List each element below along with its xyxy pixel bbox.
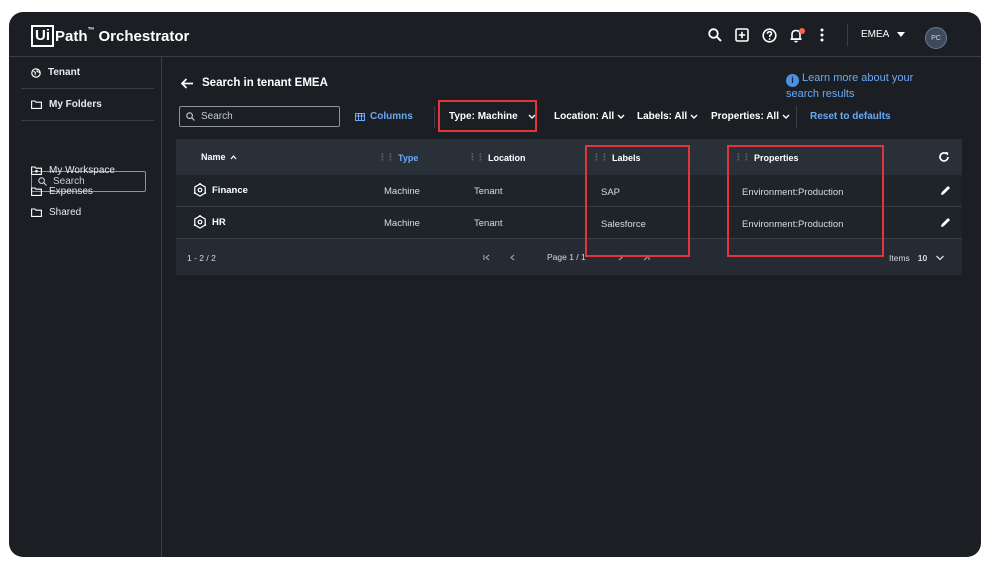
machine-icon: [193, 215, 207, 229]
header-divider: [847, 24, 848, 46]
sort-ascending-icon: [230, 154, 236, 159]
sidebar-item-label: Shared: [49, 207, 82, 218]
sidebar-item-label: My Workspace: [49, 165, 115, 176]
search-placeholder: Search: [201, 111, 233, 122]
filter-divider: [796, 106, 797, 128]
properties-column-highlight: [727, 145, 884, 257]
logo-ui: Ui: [31, 25, 54, 47]
column-header-label: Name: [201, 152, 226, 162]
app-window: Ui Path ™ Orchestrator EMEA PC Tenant My…: [9, 12, 981, 557]
items-per-page-value: 10: [917, 253, 928, 263]
row-location: Tenant: [474, 218, 503, 229]
edit-pencil-icon[interactable]: [939, 216, 952, 229]
add-icon[interactable]: [732, 25, 752, 45]
column-header-name[interactable]: Name: [201, 152, 237, 162]
previous-page-icon[interactable]: [509, 254, 517, 261]
sidebar-item-label: My Folders: [49, 99, 102, 110]
notification-dot: [799, 28, 805, 34]
sidebar-item-my-folders[interactable]: My Folders: [31, 99, 102, 110]
globe-icon: [31, 67, 41, 78]
row-location: Tenant: [474, 186, 503, 197]
chevron-down-icon: [936, 255, 945, 261]
row-type: Machine: [384, 218, 420, 229]
column-header-location[interactable]: ⋮⋮ Location: [468, 152, 526, 163]
sidebar-divider: [21, 120, 154, 121]
learn-more-text: Learn more about your search results: [786, 72, 914, 100]
chevron-down-icon: [782, 114, 790, 119]
first-page-icon[interactable]: [483, 254, 491, 261]
page-indicator: Page 1 / 1: [547, 252, 586, 262]
refresh-icon[interactable]: [938, 151, 950, 163]
folder-icon: [31, 100, 42, 109]
workspace-folder-icon: [31, 166, 42, 175]
page-title: Search in tenant EMEA: [181, 77, 328, 89]
drag-handle-icon[interactable]: ⋮⋮: [468, 152, 485, 163]
items-per-page[interactable]: Items 10: [889, 253, 945, 263]
more-options-icon[interactable]: [812, 25, 832, 45]
folder-icon: [31, 187, 42, 196]
chevron-down-icon: [617, 114, 625, 119]
machine-icon: [193, 183, 207, 197]
columns-label: Columns: [370, 111, 413, 122]
logo-path: Path: [55, 27, 88, 45]
location-filter-label: Location: All: [554, 111, 615, 122]
labels-column-highlight: [585, 145, 690, 257]
chevron-down-icon: [690, 114, 698, 119]
search-icon: [38, 177, 47, 186]
labels-filter-label: Labels: All: [637, 111, 688, 122]
sidebar-item-my-workspace[interactable]: My Workspace: [31, 165, 115, 176]
help-icon[interactable]: [759, 25, 779, 45]
sidebar-divider: [21, 88, 154, 89]
columns-icon: [355, 112, 365, 121]
items-label: Items: [889, 253, 910, 263]
search-input[interactable]: Search: [179, 106, 340, 127]
tenant-name: EMEA: [861, 29, 890, 40]
column-header-label: Type: [398, 152, 419, 163]
row-count: 1 - 2 / 2: [187, 253, 216, 263]
main-content: Search in tenant EMEA i Learn more about …: [163, 57, 981, 557]
filter-divider: [434, 106, 435, 128]
caret-down-icon: [897, 32, 906, 37]
search-icon: [186, 112, 195, 121]
page-title-text: Search in tenant EMEA: [202, 77, 328, 89]
sidebar-item-expenses[interactable]: Expenses: [31, 186, 93, 197]
back-arrow-icon[interactable]: [181, 77, 194, 89]
location-filter[interactable]: Location: All: [554, 111, 625, 122]
row-name-cell[interactable]: HR: [193, 215, 226, 229]
columns-button[interactable]: Columns: [355, 111, 413, 122]
search-icon[interactable]: [705, 25, 725, 45]
sidebar-item-label: Tenant: [48, 67, 81, 78]
reset-to-defaults-button[interactable]: Reset to defaults: [810, 111, 891, 122]
logo-product: Orchestrator: [98, 27, 190, 45]
sidebar-item-label: Expenses: [49, 186, 93, 197]
sidebar-item-tenant[interactable]: Tenant: [31, 67, 80, 78]
properties-filter-label: Properties: All: [711, 111, 779, 122]
sidebar: Tenant My Folders Search My Workspace Ex…: [9, 57, 162, 557]
uipath-logo[interactable]: Ui Path ™ Orchestrator: [31, 24, 189, 48]
info-icon: i: [786, 73, 799, 87]
logo-tm: ™: [87, 26, 95, 34]
row-name-cell[interactable]: Finance: [193, 183, 248, 197]
type-filter-highlight: [438, 100, 537, 132]
properties-filter[interactable]: Properties: All: [711, 111, 790, 122]
row-type: Machine: [384, 186, 420, 197]
folder-icon: [31, 208, 42, 217]
top-bar: Ui Path ™ Orchestrator EMEA PC: [9, 12, 981, 57]
tenant-selector[interactable]: EMEA: [861, 29, 906, 40]
column-header-type[interactable]: ⋮⋮ Type: [378, 152, 418, 163]
row-name: HR: [212, 216, 226, 228]
sidebar-item-shared[interactable]: Shared: [31, 207, 81, 218]
row-name: Finance: [212, 184, 248, 196]
drag-handle-icon[interactable]: ⋮⋮: [378, 152, 395, 163]
column-header-label: Location: [488, 152, 526, 163]
labels-filter[interactable]: Labels: All: [637, 111, 698, 122]
user-avatar[interactable]: PC: [925, 27, 947, 49]
edit-pencil-icon[interactable]: [939, 184, 952, 197]
learn-more-link[interactable]: i Learn more about your search results: [786, 71, 946, 101]
